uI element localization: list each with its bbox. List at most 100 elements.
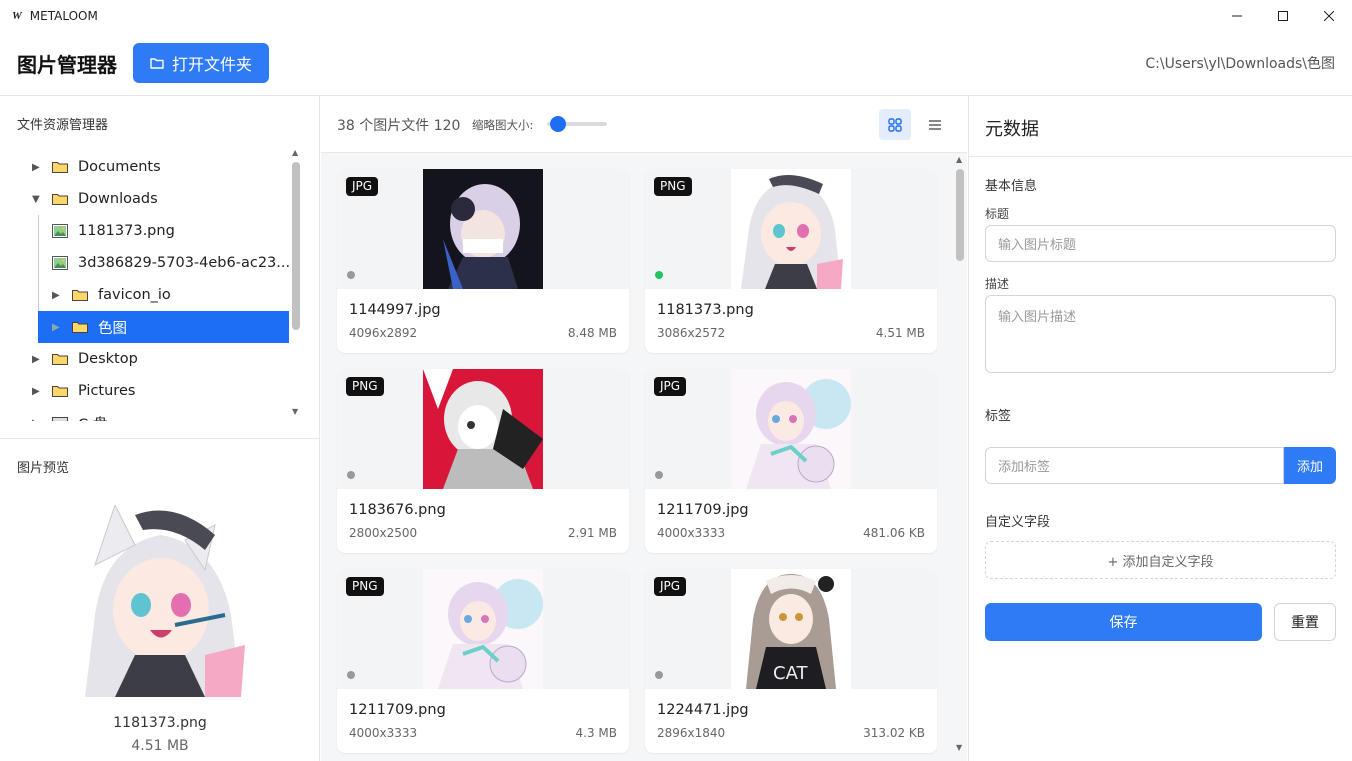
tree-item-pictures[interactable]: ▶ Pictures — [32, 375, 292, 407]
file-name: 1181373.png — [657, 302, 754, 318]
folder-icon — [72, 290, 88, 301]
file-type-badge: JPG — [654, 377, 687, 396]
file-size: 2.91 MB — [567, 526, 617, 540]
minimize-button[interactable] — [1214, 0, 1260, 31]
image-file-icon — [52, 224, 68, 238]
image-card[interactable]: JPG 1211709.jpg 4000x3333 481.06 KB — [645, 369, 937, 553]
tree-item-desktop[interactable]: ▶ Desktop — [32, 343, 292, 375]
title-input[interactable]: 输入图片标题 — [985, 225, 1336, 262]
maximize-button[interactable] — [1260, 0, 1306, 31]
folder-icon — [52, 354, 68, 365]
expand-arrow-icon[interactable]: ▶ — [52, 322, 62, 333]
expand-arrow-icon[interactable]: ▶ — [32, 354, 42, 365]
image-card[interactable]: PNG 1211709.png 4000x3333 4.3 MB — [337, 569, 629, 753]
file-type-badge: PNG — [346, 577, 384, 596]
left-panel: 文件资源管理器 ▶ Documents ▼ Downloads 1181373.… — [0, 96, 320, 761]
status-dot — [655, 671, 663, 679]
grid-view-button[interactable] — [879, 109, 911, 140]
divider — [969, 156, 1352, 157]
file-name: 1211709.png — [349, 702, 446, 718]
open-folder-button[interactable]: 打开文件夹 — [133, 43, 269, 83]
tree-item-file[interactable]: 3d386829-5703-4eb6-ac23... — [52, 247, 292, 279]
tags-heading: 标签 — [985, 409, 1012, 424]
thumbnail-image — [731, 169, 851, 289]
drive-icon — [52, 417, 68, 421]
tree-item-label: favicon_io — [98, 287, 171, 303]
close-button[interactable] — [1306, 0, 1352, 31]
image-card[interactable]: JPG 1144997.jpg 4096x2892 8.48 MB — [337, 169, 629, 353]
expand-arrow-icon[interactable]: ▶ — [52, 290, 62, 301]
gallery-panel: 38 个图片文件 120 缩略图大小: JPG 1144997.jpg 4096… — [321, 96, 967, 761]
thumbnail-image — [731, 369, 851, 489]
image-dimensions: 2896x1840 — [657, 726, 726, 740]
title-bar: W METALOOM — [0, 0, 1352, 31]
folder-icon — [150, 58, 164, 69]
preview-image — [65, 505, 257, 697]
tree-item-drive-c[interactable]: ▶ C:盘 — [32, 407, 292, 421]
list-view-button[interactable] — [919, 109, 951, 140]
window-controls — [1214, 0, 1352, 31]
add-tag-button[interactable]: 添加 — [1284, 447, 1336, 484]
file-name: 1183676.png — [349, 502, 446, 518]
file-size: 8.48 MB — [567, 326, 617, 340]
scroll-up-icon[interactable]: ▲ — [956, 155, 962, 164]
image-card[interactable]: CAT JPG 1224471.jpg 2896x1840 313.02 KB — [645, 569, 937, 753]
app-logo: W — [12, 9, 22, 22]
scroll-down-icon[interactable]: ▼ — [956, 743, 962, 752]
file-name: 1211709.jpg — [657, 502, 749, 518]
image-dimensions: 4096x2892 — [349, 326, 418, 340]
minimize-icon — [1232, 15, 1242, 16]
tree-item-downloads[interactable]: ▼ Downloads — [32, 183, 292, 215]
current-path: C:\Users\yl\Downloads\色图 — [1145, 56, 1335, 72]
description-label: 描述 — [985, 277, 1010, 291]
image-dimensions: 4000x3333 — [657, 526, 726, 540]
scroll-down-icon[interactable]: ▼ — [292, 407, 298, 416]
custom-fields-heading: 自定义字段 — [985, 515, 1051, 530]
tree-item-favicon-io[interactable]: ▶ favicon_io — [52, 279, 292, 311]
status-dot — [655, 271, 663, 279]
folder-icon — [52, 386, 68, 397]
image-card[interactable]: PNG 1183676.png 2800x2500 2.91 MB — [337, 369, 629, 553]
tree-item-setu[interactable]: ▶ 色图 — [38, 311, 289, 343]
thumbnail-image — [423, 569, 543, 689]
app-header: 图片管理器 打开文件夹 C:\Users\yl\Downloads\色图 — [0, 31, 1352, 96]
tree-item-documents[interactable]: ▶ Documents — [32, 151, 292, 183]
maximize-icon — [1278, 10, 1288, 21]
file-size: 4.51 MB — [875, 326, 925, 340]
expand-arrow-icon[interactable]: ▶ — [32, 386, 42, 397]
tree-item-label: Pictures — [78, 383, 136, 399]
gallery-scrollbar[interactable] — [956, 169, 964, 261]
tree-item-label: 1181373.png — [78, 223, 175, 239]
thumbnail-size-slider-handle[interactable] — [550, 116, 566, 132]
file-name: 1224471.jpg — [657, 702, 749, 718]
page-title: 图片管理器 — [17, 52, 117, 77]
preview-filesize: 4.51 MB — [131, 738, 189, 754]
tree-item-label: 3d386829-5703-4eb6-ac23... — [78, 255, 291, 271]
tree-scrollbar[interactable] — [292, 162, 300, 330]
app-title: METALOOM — [29, 8, 98, 23]
add-custom-field-button[interactable]: + 添加自定义字段 — [985, 541, 1336, 579]
folder-icon — [52, 162, 68, 173]
image-dimensions: 4000x3333 — [349, 726, 418, 740]
image-card[interactable]: PNG 1181373.png 3086x2572 4.51 MB — [645, 169, 937, 353]
file-name: 1144997.jpg — [349, 302, 441, 318]
expand-arrow-icon[interactable]: ▶ — [32, 162, 42, 173]
save-button[interactable]: 保存 — [985, 603, 1262, 641]
scroll-up-icon[interactable]: ▲ — [292, 148, 298, 157]
tree-item-label: Desktop — [78, 351, 138, 367]
tree-item-label: Documents — [78, 159, 161, 175]
tree-item-label: C:盘 — [78, 413, 108, 422]
thumbnail-image — [423, 369, 543, 489]
tree-item-file[interactable]: 1181373.png — [52, 215, 292, 247]
description-textarea[interactable]: 输入图片描述 — [985, 295, 1336, 373]
file-size: 4.3 MB — [575, 726, 617, 740]
collapse-arrow-icon[interactable]: ▼ — [32, 194, 42, 205]
status-dot — [655, 471, 663, 479]
file-type-badge: JPG — [654, 577, 687, 596]
file-type-badge: PNG — [654, 177, 692, 196]
expand-arrow-icon[interactable]: ▶ — [32, 418, 42, 422]
tag-input[interactable]: 添加标签 — [985, 447, 1284, 484]
file-size: 313.02 KB — [863, 726, 925, 740]
file-tree: ▶ Documents ▼ Downloads 1181373.png 3d38… — [0, 151, 305, 421]
reset-button[interactable]: 重置 — [1274, 603, 1336, 641]
